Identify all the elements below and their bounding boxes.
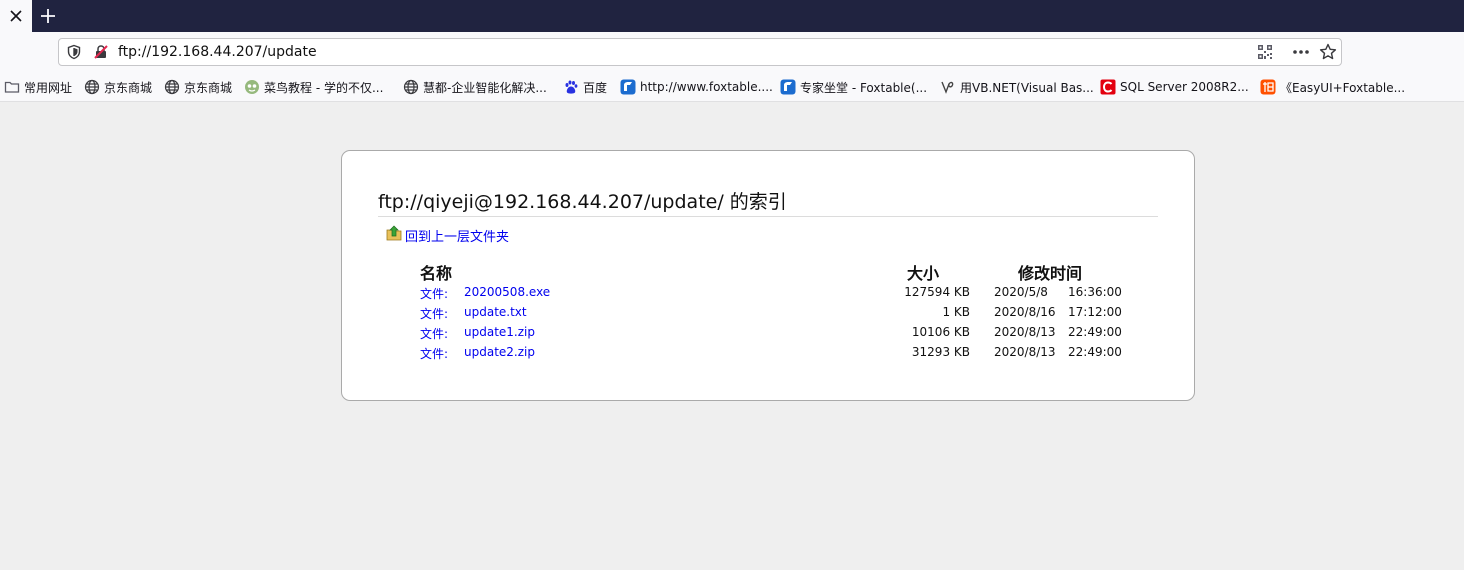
- taobao-icon: [1260, 79, 1276, 95]
- vb-icon: [940, 79, 956, 95]
- qr-code-icon[interactable]: [1257, 44, 1273, 60]
- file-type-label: 文件:: [420, 327, 449, 341]
- bookmark-item[interactable]: 慧都-企业智能化解决...: [403, 79, 547, 95]
- bookmark-label: 专家坐堂 - Foxtable(...: [800, 80, 928, 95]
- file-time: 22:49:00: [1068, 325, 1122, 339]
- column-header-modified[interactable]: 修改时间: [1018, 260, 1082, 284]
- file-type-label: 文件:: [420, 287, 449, 301]
- bookmark-item[interactable]: 专家坐堂 - Foxtable(...: [780, 79, 927, 95]
- file-row: 文件: update.txt 1 KB 2020/8/16 17:12:00: [342, 305, 1196, 325]
- bookmark-star-icon[interactable]: [1319, 43, 1337, 61]
- bookmark-label: 常用网址: [24, 80, 73, 95]
- url-bar[interactable]: ftp://192.168.44.207/update: [58, 38, 1342, 66]
- file-type-label: 文件:: [420, 307, 449, 321]
- file-row: 文件: update1.zip 10106 KB 2020/8/13 22:49…: [342, 325, 1196, 345]
- bookmark-item[interactable]: 京东商城: [84, 79, 152, 95]
- bookmark-item[interactable]: 《EasyUI+Foxtable...: [1260, 79, 1405, 95]
- column-header-name[interactable]: 名称: [420, 260, 452, 284]
- insecure-connection-icon[interactable]: [93, 44, 109, 60]
- file-row: 文件: update2.zip 31293 KB 2020/8/13 22:49…: [342, 345, 1196, 365]
- baidu-paw-icon: [563, 79, 579, 95]
- bookmark-label: SQL Server 2008R2...: [1120, 80, 1249, 94]
- file-date: 2020/8/13: [994, 345, 1056, 359]
- bookmark-item[interactable]: SQL Server 2008R2...: [1100, 79, 1249, 95]
- globe-icon: [84, 79, 100, 95]
- file-date: 2020/8/16: [994, 305, 1056, 319]
- up-directory-icon[interactable]: [386, 225, 402, 241]
- page-title: ftp://qiyeji@192.168.44.207/update/ 的索引: [378, 187, 1158, 217]
- file-size: 1 KB: [942, 305, 970, 319]
- column-header-size[interactable]: 大小: [907, 260, 939, 284]
- url-text[interactable]: ftp://192.168.44.207/update: [118, 44, 317, 60]
- bookmark-item[interactable]: 京东商城: [164, 79, 232, 95]
- globe-icon: [164, 79, 180, 95]
- foxtable-icon: [620, 79, 636, 95]
- file-link[interactable]: update2.zip: [464, 345, 535, 359]
- folder-icon: [4, 79, 20, 95]
- file-date: 2020/8/13: [994, 325, 1056, 339]
- file-date: 2020/5/8: [994, 285, 1048, 299]
- bookmark-item[interactable]: 菜鸟教程 - 学的不仅...: [244, 79, 383, 95]
- file-link[interactable]: update1.zip: [464, 325, 535, 339]
- bookmark-label: 慧都-企业智能化解决...: [423, 80, 547, 95]
- file-type-label: 文件:: [420, 347, 449, 361]
- bookmark-label: http://www.foxtable....: [640, 80, 773, 94]
- bookmark-item[interactable]: 常用网址: [4, 79, 72, 95]
- new-tab-button[interactable]: [36, 4, 60, 28]
- bookmark-item[interactable]: 用VB.NET(Visual Bas...: [940, 79, 1094, 95]
- bookmarks-toolbar: 常用网址 京东商城 京东商城 菜鸟教程 - 学的不仅... 慧都-企业智能化解决…: [0, 72, 1464, 102]
- bookmark-label: 京东商城: [104, 80, 153, 95]
- file-time: 22:49:00: [1068, 345, 1122, 359]
- file-size: 10106 KB: [911, 325, 970, 339]
- file-row: 文件: 20200508.exe 127594 KB 2020/5/8 16:3…: [342, 285, 1196, 305]
- close-tab-icon[interactable]: [6, 6, 26, 26]
- file-size: 31293 KB: [911, 345, 970, 359]
- nav-bar: ftp://192.168.44.207/update: [0, 32, 1464, 72]
- file-size: 127594 KB: [904, 285, 970, 299]
- file-time: 17:12:00: [1068, 305, 1122, 319]
- bookmark-label: 百度: [583, 80, 608, 95]
- active-tab[interactable]: [0, 0, 32, 32]
- globe-icon: [403, 79, 419, 95]
- tab-strip: [0, 0, 1464, 32]
- bookmark-item[interactable]: http://www.foxtable....: [620, 79, 773, 95]
- tracking-shield-icon[interactable]: [66, 44, 82, 60]
- foxtable-icon: [780, 79, 796, 95]
- page-actions-more-icon[interactable]: [1291, 44, 1311, 60]
- bookmark-label: 菜鸟教程 - 学的不仅...: [264, 80, 384, 95]
- bookmark-label: 京东商城: [184, 80, 233, 95]
- file-link[interactable]: 20200508.exe: [464, 285, 550, 299]
- up-directory-link[interactable]: 回到上一层文件夹: [405, 226, 509, 245]
- csdn-icon: [1100, 79, 1116, 95]
- bookmark-label: 《EasyUI+Foxtable...: [1280, 80, 1406, 95]
- file-time: 16:36:00: [1068, 285, 1122, 299]
- ftp-index-card: ftp://qiyeji@192.168.44.207/update/ 的索引 …: [341, 150, 1195, 401]
- bookmark-label: 用VB.NET(Visual Bas...: [960, 80, 1094, 95]
- bookmark-item[interactable]: 百度: [563, 79, 607, 95]
- file-link[interactable]: update.txt: [464, 305, 527, 319]
- runoob-icon: [244, 79, 260, 95]
